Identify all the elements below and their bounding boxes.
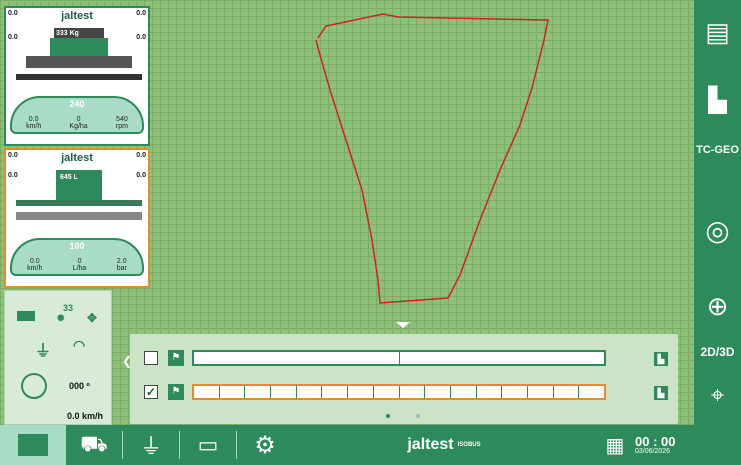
heading-value: 000 º — [69, 381, 90, 391]
pressure-unit: bar — [116, 265, 127, 272]
connection-icon: ⏚ — [35, 343, 52, 360]
boundary-line — [315, 13, 549, 304]
view-toggle-button[interactable]: 2D/3D — [694, 334, 741, 370]
gauge-panel2: 100 0.0 km/h 0 L/ha 2.0 bar — [10, 238, 144, 276]
time-value: 00 : 00 — [635, 434, 676, 449]
section-control-panel: ❮ ⚑ ▙ ✓ ⚑ ▙ — [122, 334, 678, 424]
sprayer-icon — [16, 170, 142, 220]
bottom-toolbar: ⛟ ⏚ ▭ ⚙ jaltest ISOBUS ▦ 00 : 00 03/06/2… — [0, 425, 741, 465]
compass-icon — [21, 373, 47, 399]
spreader-panel[interactable]: 0.0 0.0 0.0 0.0 jaltest 333 Kg 240 0.0 km… — [4, 6, 150, 146]
rate-unit: Kg/ha — [69, 123, 88, 130]
center-icon[interactable]: ⌖ — [694, 378, 741, 414]
view-3d-label: 3D — [719, 345, 735, 359]
speed-unit: km/h — [26, 123, 42, 130]
gauge-main-value: 100 — [69, 241, 85, 251]
wifi-icon: ◠ — [73, 337, 86, 353]
layout-icon[interactable]: ▦ — [595, 425, 635, 465]
rate-unit: L/ha — [72, 265, 87, 272]
steering-wheel-icon[interactable]: ◎ — [694, 208, 741, 252]
rate-value: 0 — [77, 258, 82, 265]
operator-icon: ⚑ — [168, 384, 184, 400]
pto-value: 540 — [116, 116, 128, 123]
move-icon: ✥ — [87, 311, 98, 325]
section-toggle-icon[interactable]: ▙ — [654, 386, 668, 400]
folder-icon[interactable]: ▭ — [180, 425, 236, 465]
tank-display: 645 L — [60, 174, 78, 181]
collapse-arrow-icon[interactable] — [396, 322, 410, 328]
spreader-icon — [16, 28, 142, 80]
gauge-panel1: 240 0.0 km/h 0 Kg/ha 540 rpm — [10, 96, 144, 134]
right-sidebar: ▤ ▙ TC-GEO ◎ ⊕ 2D/3D ⌖ — [694, 0, 741, 425]
battery-icon — [17, 311, 35, 321]
section-toggle-icon[interactable]: ▙ — [654, 352, 668, 366]
section-bar-2[interactable] — [192, 384, 606, 400]
speed-value: 0.0 — [28, 116, 39, 123]
section-row2-checkbox[interactable]: ✓ — [144, 385, 158, 399]
speed-value: 0.0 km/h — [67, 411, 104, 421]
speed-value: 0.0 — [29, 258, 40, 265]
satellite-icon: ✺ — [57, 313, 65, 323]
sprayer-panel[interactable]: 0.0 0.0 0.0 0.0 jaltest 645 L 100 0.0 km/… — [4, 148, 150, 288]
brand-logo: jaltest ISOBUS — [293, 425, 595, 465]
jaltest-logo: jaltest — [61, 152, 93, 164]
date-value: 03/06/2026 — [635, 448, 671, 455]
collapse-left-icon[interactable]: ❮ — [122, 354, 132, 368]
tc-geo-button[interactable]: TC-GEO — [694, 140, 741, 160]
satellite-count: 33 — [63, 303, 74, 313]
zoom-in-icon[interactable]: ⊕ — [694, 286, 741, 326]
joystick-icon[interactable]: ⏚ — [123, 425, 179, 465]
speed-unit: km/h — [27, 265, 43, 272]
gear-icon[interactable]: ⚙ — [237, 425, 293, 465]
hopper-display: 333 Kg — [56, 30, 79, 37]
view-2d-label: 2D — [700, 345, 716, 359]
geo-icon[interactable]: ▙ — [694, 80, 741, 120]
rate-value: 0 — [76, 116, 81, 123]
section-row1-checkbox[interactable] — [144, 351, 158, 365]
brand-name: jaltest — [407, 436, 454, 453]
operator-icon: ⚑ — [168, 350, 184, 366]
jaltest-logo: jaltest — [61, 10, 93, 22]
page-dot[interactable] — [386, 414, 390, 418]
screen-icon[interactable] — [0, 425, 66, 465]
status-panel: 33 ✺ ✥ ⏚ ◠ 000 º 0.0 km/h — [4, 290, 112, 425]
tasks-icon[interactable]: ▤ — [694, 10, 741, 54]
implement-icon[interactable]: ⛟ — [66, 425, 122, 465]
pto-unit: rpm — [115, 123, 128, 130]
gauge-main-value: 240 — [69, 99, 85, 109]
brand-sub: ISOBUS — [457, 442, 481, 448]
pressure-value: 2.0 — [116, 258, 127, 265]
clock: 00 : 00 03/06/2026 — [635, 425, 698, 465]
section-bar-1[interactable] — [192, 350, 606, 366]
